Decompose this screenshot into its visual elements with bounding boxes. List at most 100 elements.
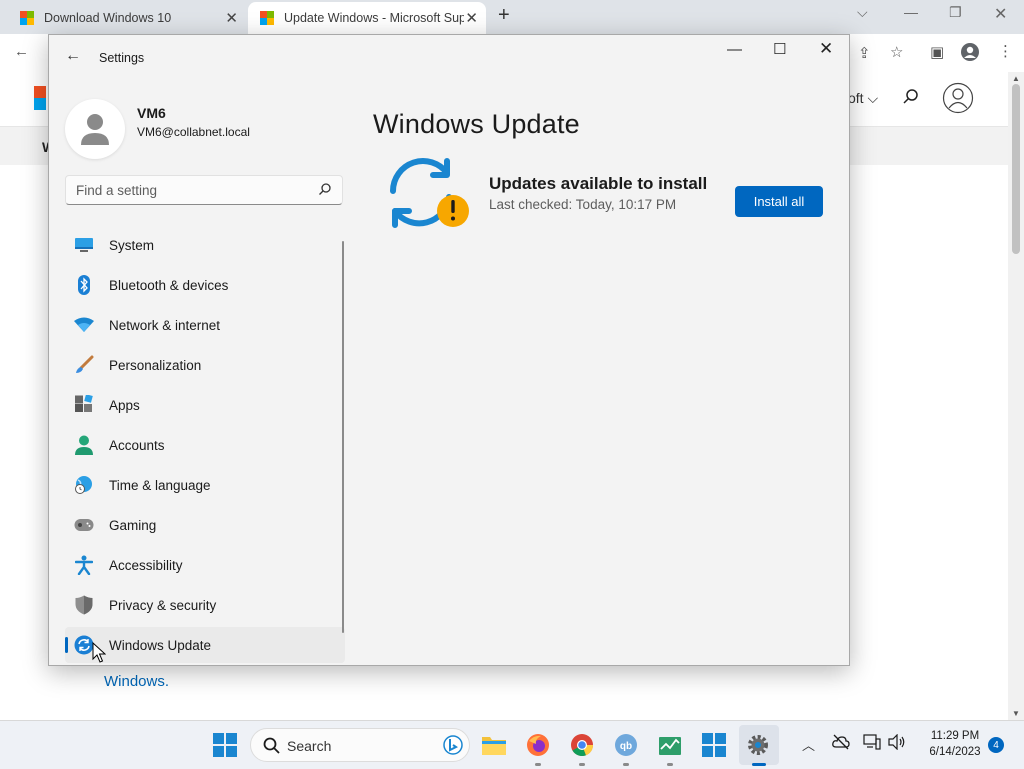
nav-label: Network & internet: [109, 317, 221, 333]
page-link-windows[interactable]: Windows.: [104, 673, 169, 690]
close-tab-icon[interactable]: ✕: [225, 9, 238, 27]
back-arrow-icon[interactable]: ←: [14, 43, 29, 60]
firefox-icon[interactable]: [525, 732, 551, 758]
microsoft-menu[interactable]: oft ⌵: [848, 90, 878, 107]
nav-label: Gaming: [109, 517, 157, 533]
nav-item-system[interactable]: System: [65, 227, 345, 263]
shield-icon: [73, 594, 95, 616]
maximize-icon[interactable]: ☐: [773, 40, 786, 58]
wifi-icon: [73, 314, 95, 336]
back-arrow-icon[interactable]: ←: [65, 47, 81, 65]
settings-window: ← Settings — ☐ ✕ VM6 VM6@collabnet.local…: [48, 34, 850, 666]
microsoft-logo-icon: [260, 11, 274, 25]
microsoft-logo-icon: [20, 11, 34, 25]
running-indicator: [623, 763, 629, 766]
profile-icon[interactable]: [960, 42, 980, 66]
avatar[interactable]: [65, 99, 125, 159]
microsoft-store-windows-icon[interactable]: [701, 732, 727, 758]
monitor-icon: [73, 234, 95, 256]
side-panel-icon[interactable]: ▣: [930, 43, 944, 61]
paintbrush-icon: [73, 354, 95, 376]
nav-item-windows-update[interactable]: Windows Update: [65, 627, 345, 663]
find-setting-search[interactable]: [65, 175, 343, 205]
bing-icon[interactable]: [443, 735, 463, 760]
active-indicator: [752, 763, 766, 766]
accessibility-icon: [73, 554, 95, 576]
tab-title: Update Windows - Microsoft Support: [284, 11, 464, 25]
nav-label: Time & language: [109, 477, 211, 493]
chrome-icon[interactable]: [569, 732, 595, 758]
running-indicator: [667, 763, 673, 766]
page-scrollbar-thumb[interactable]: [1012, 84, 1020, 254]
person-icon: [73, 434, 95, 456]
restore-icon[interactable]: ❐: [949, 4, 962, 21]
browser-tab-strip: Download Windows 10 ✕ Update Windows - M…: [0, 0, 1024, 34]
settings-gear-icon[interactable]: [745, 732, 771, 758]
notification-badge[interactable]: 4: [988, 737, 1004, 753]
running-indicator: [535, 763, 541, 766]
volume-icon[interactable]: [888, 733, 906, 753]
show-hidden-icons-chevron-icon[interactable]: ︿: [802, 735, 815, 754]
new-tab-icon[interactable]: +: [498, 4, 510, 27]
nav-item-personalization[interactable]: Personalization: [65, 347, 345, 383]
minimize-icon[interactable]: —: [727, 41, 742, 58]
nav-label: System: [109, 237, 155, 253]
site-search-icon[interactable]: [902, 88, 920, 111]
taskbar: Search qb ︿ 11:29 PM 6/14/2023 4: [0, 720, 1024, 769]
task-manager-icon[interactable]: [657, 732, 683, 758]
close-tab-icon[interactable]: ✕: [465, 9, 478, 27]
globe-clock-icon: [73, 474, 95, 496]
settings-nav: System Bluetooth & devices Network & int…: [65, 227, 345, 665]
account-icon[interactable]: [942, 82, 974, 119]
start-button-windows-icon[interactable]: [212, 732, 238, 758]
more-menu-icon[interactable]: ⋮: [998, 42, 1013, 60]
qbittorrent-icon[interactable]: qb: [613, 732, 639, 758]
tab-update-windows[interactable]: Update Windows - Microsoft Support ✕: [248, 2, 486, 34]
nav-label: Windows Update: [109, 637, 212, 653]
onedrive-offline-icon[interactable]: [832, 734, 850, 753]
bookmark-star-icon[interactable]: ☆: [890, 43, 903, 61]
bluetooth-icon: [73, 274, 95, 296]
gamepad-icon: [73, 514, 95, 536]
search-label: Search: [287, 738, 332, 754]
network-icon[interactable]: [863, 734, 881, 753]
nav-scrollbar[interactable]: [342, 241, 344, 633]
nav-label: Personalization: [109, 357, 202, 373]
page-title: Windows Update: [373, 109, 580, 140]
user-email: VM6@collabnet.local: [137, 125, 250, 139]
nav-item-gaming[interactable]: Gaming: [65, 507, 345, 543]
tab-download-windows-10[interactable]: Download Windows 10 ✕: [8, 2, 246, 34]
close-window-icon[interactable]: ✕: [994, 4, 1007, 24]
minimize-icon[interactable]: —: [904, 4, 918, 20]
nav-label: Accessibility: [109, 557, 183, 573]
nav-label: Bluetooth & devices: [109, 277, 229, 293]
taskbar-search[interactable]: Search: [250, 728, 470, 762]
install-all-button[interactable]: Install all: [735, 186, 823, 217]
search-icon: [263, 737, 280, 759]
tab-search-chevron-icon[interactable]: ⌵: [857, 4, 868, 21]
nav-item-bluetooth-devices[interactable]: Bluetooth & devices: [65, 267, 345, 303]
apps-icon: [73, 394, 95, 416]
nav-label: Accounts: [109, 437, 165, 453]
scroll-down-icon[interactable]: ▼: [1012, 709, 1020, 718]
running-indicator: [579, 763, 585, 766]
nav-item-accessibility[interactable]: Accessibility: [65, 547, 345, 583]
svg-text:qb: qb: [620, 741, 632, 752]
search-icon[interactable]: [318, 182, 332, 201]
file-explorer-icon[interactable]: [481, 732, 507, 758]
share-icon[interactable]: ⇪: [858, 44, 871, 62]
update-available-icon: [390, 158, 469, 228]
nav-label: Apps: [109, 397, 140, 413]
clock-time[interactable]: 11:29 PM: [920, 730, 990, 742]
nav-item-network-internet[interactable]: Network & internet: [65, 307, 345, 343]
nav-item-privacy-security[interactable]: Privacy & security: [65, 587, 345, 623]
scroll-up-icon[interactable]: ▲: [1012, 74, 1020, 83]
nav-item-accounts[interactable]: Accounts: [65, 427, 345, 463]
window-title: Settings: [99, 51, 145, 65]
clock-date[interactable]: 6/14/2023: [920, 746, 990, 758]
nav-item-apps[interactable]: Apps: [65, 387, 345, 423]
close-icon[interactable]: ✕: [819, 39, 833, 59]
nav-item-time-language[interactable]: Time & language: [65, 467, 345, 503]
search-input[interactable]: [66, 176, 316, 204]
microsoft-logo-icon[interactable]: [34, 86, 46, 110]
